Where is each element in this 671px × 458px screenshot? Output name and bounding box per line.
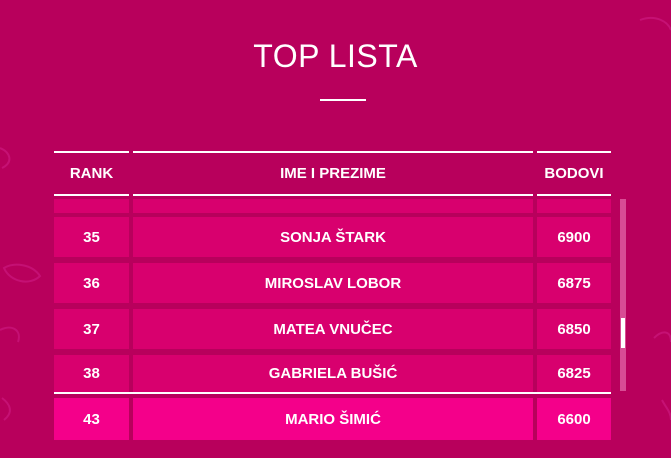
current-user-points: 6600 <box>537 398 611 440</box>
current-user-rank: 43 <box>54 398 129 440</box>
rank-cell: 38 <box>54 355 129 392</box>
name-cell: MIROSLAV LOBOR <box>133 263 533 303</box>
points-cell: 6850 <box>537 309 611 349</box>
partial-row-name <box>133 199 533 213</box>
current-user-name: MARIO ŠIMIĆ <box>133 398 533 440</box>
scrollbar-track[interactable] <box>620 199 626 391</box>
name-cell: SONJA ŠTARK <box>133 217 533 257</box>
header-points: BODOVI <box>537 151 611 196</box>
points-cell: 6825 <box>537 355 611 392</box>
rank-cell: 36 <box>54 263 129 303</box>
partial-row-points <box>537 199 611 213</box>
title-underline <box>320 99 366 101</box>
points-cell: 6875 <box>537 263 611 303</box>
scrollbar-thumb[interactable] <box>621 318 625 348</box>
partial-row-rank <box>54 199 129 213</box>
rank-cell: 37 <box>54 309 129 349</box>
header-rank: RANK <box>54 151 129 196</box>
name-cell: MATEA VNUČEC <box>133 309 533 349</box>
points-cell: 6900 <box>537 217 611 257</box>
page-title: TOP LISTA <box>253 38 418 74</box>
header-name: IME I PREZIME <box>133 151 533 196</box>
current-user-separator <box>54 392 611 394</box>
rank-cell: 35 <box>54 217 129 257</box>
name-cell: GABRIELA BUŠIĆ <box>133 355 533 392</box>
